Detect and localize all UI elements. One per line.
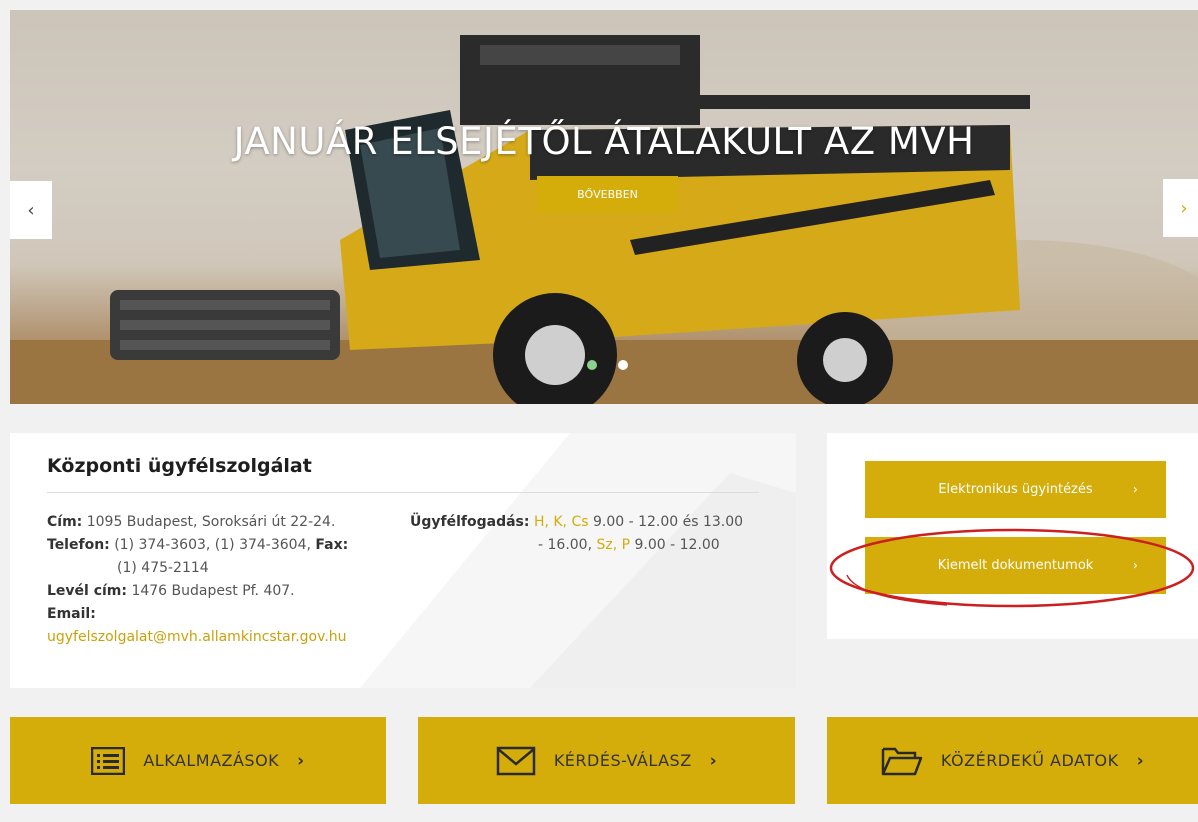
- envelope-icon: [496, 746, 536, 776]
- hours-days-1: H, K, Cs: [533, 514, 589, 530]
- customer-service-panel: Központi ügyfélszolgálat Cím: 1095 Budap…: [10, 433, 796, 688]
- mail-line: Levél cím: 1476 Budapest Pf. 407.: [47, 580, 377, 603]
- contact-details: Cím: 1095 Budapest, Soroksári út 22-24. …: [47, 511, 377, 649]
- mail-value: 1476 Budapest Pf. 407.: [131, 583, 295, 599]
- phone-label: Telefon:: [47, 537, 110, 553]
- email-link[interactable]: ugyfelszolgalat@mvh.allamkincstar.gov.hu: [47, 629, 347, 645]
- address-line: Cím: 1095 Budapest, Soroksári út 22-24.: [47, 511, 377, 534]
- phone-value: (1) 374-3603, (1) 374-3604,: [114, 537, 311, 553]
- address-value: 1095 Budapest, Soroksári út 22-24.: [86, 514, 336, 530]
- chevron-right-icon: ›: [1180, 197, 1188, 219]
- chevron-right-icon: ›: [1132, 482, 1138, 497]
- folder-icon: [881, 745, 923, 777]
- public-data-tile[interactable]: KÖZÉRDEKŰ ADATOK ›: [827, 717, 1198, 804]
- hero-slider: JANUÁR ELSEJÉTŐL ÁTALAKULT AZ MVH BŐVEBB…: [10, 10, 1198, 404]
- fax-value: (1) 475-2114: [117, 560, 209, 576]
- slider-dot-1[interactable]: [587, 360, 597, 370]
- slider-prev-button[interactable]: ‹: [10, 181, 52, 239]
- more-button[interactable]: BŐVEBBEN: [537, 176, 678, 213]
- hours-time-2: 9.00 - 12.00: [634, 537, 720, 553]
- slider-next-button[interactable]: ›: [1163, 179, 1198, 237]
- hours-days-2: Sz, P: [596, 537, 631, 553]
- chevron-left-icon: ‹: [27, 199, 35, 221]
- fax-label: Fax:: [315, 537, 349, 553]
- chevron-right-icon: ›: [709, 750, 718, 771]
- hours-time-1b: - 16.00,: [538, 537, 593, 553]
- electronic-administration-label: Elektronikus ügyintézés: [938, 482, 1093, 497]
- electronic-administration-button[interactable]: Elektronikus ügyintézés ›: [865, 461, 1166, 518]
- address-label: Cím:: [47, 514, 83, 530]
- slider-dot-2[interactable]: [618, 360, 628, 370]
- public-data-label: KÖZÉRDEKŰ ADATOK: [940, 751, 1119, 770]
- divider: [47, 492, 759, 493]
- chevron-right-icon: ›: [1136, 750, 1145, 771]
- email-label: Email:: [47, 603, 377, 626]
- hours-label: Ügyfélfogadás:: [410, 514, 530, 530]
- list-icon: [91, 746, 126, 775]
- faq-label: KÉRDÉS-VÁLASZ: [553, 751, 692, 770]
- applications-label: ALKALMAZÁSOK: [143, 751, 280, 770]
- opening-hours: Ügyfélfogadás: H, K, Cs 9.00 - 12.00 és …: [410, 511, 770, 557]
- hero-title: JANUÁR ELSEJÉTŐL ÁTALAKULT AZ MVH: [233, 120, 975, 163]
- hours-continuation: - 16.00, Sz, P 9.00 - 12.00: [410, 534, 770, 557]
- annotation-ellipse: [829, 528, 1195, 608]
- mail-label: Levél cím:: [47, 583, 127, 599]
- panel-title: Központi ügyfélszolgálat: [47, 455, 312, 477]
- faq-tile[interactable]: KÉRDÉS-VÁLASZ ›: [418, 717, 795, 804]
- chevron-right-icon: ›: [297, 750, 305, 771]
- applications-tile[interactable]: ALKALMAZÁSOK ›: [10, 717, 386, 804]
- phone-line: Telefon: (1) 374-3603, (1) 374-3604, Fax…: [47, 534, 377, 557]
- email-label-text: Email:: [47, 606, 96, 622]
- hours-time-1: 9.00 - 12.00 és 13.00: [592, 514, 744, 530]
